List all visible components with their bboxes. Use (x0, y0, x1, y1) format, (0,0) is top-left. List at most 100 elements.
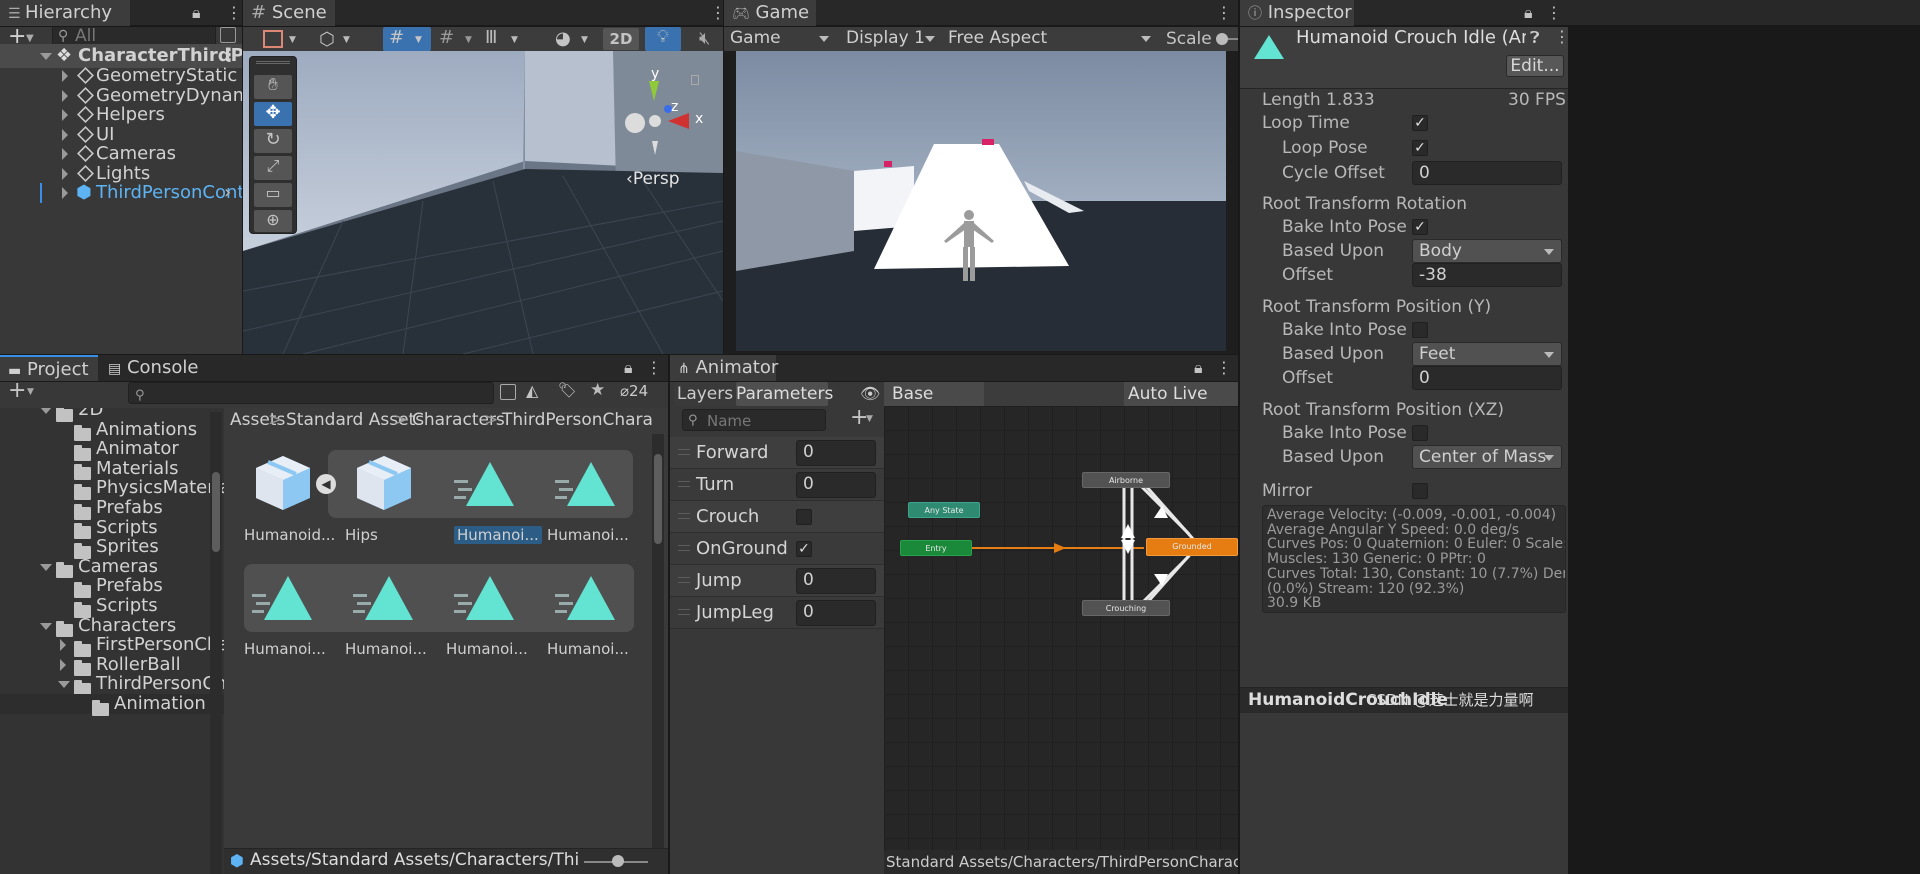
toggle-2d-button[interactable]: 2D (603, 28, 639, 50)
parameter-value-field[interactable]: 0 (796, 600, 876, 626)
parameter-row[interactable]: Crouch (670, 501, 884, 533)
state-node-entry[interactable]: Entry (900, 540, 972, 556)
move-tool-button[interactable]: ✥ (254, 102, 292, 126)
more-menu-icon[interactable]: ⋮ (1546, 0, 1562, 26)
game-mode-dropdown[interactable]: Game (724, 27, 836, 51)
tree-scrollbar-thumb[interactable] (212, 472, 220, 552)
project-folder[interactable]: Animations (0, 419, 224, 442)
chevron-right-icon[interactable] (60, 658, 66, 671)
chevron-right-icon[interactable] (62, 89, 68, 102)
edit-button[interactable]: Edit... (1506, 55, 1564, 77)
project-folder[interactable]: Sprites (0, 537, 224, 559)
tab-parameters[interactable]: Parameters (736, 382, 833, 406)
hand-tool-button[interactable]: ✋︎ (254, 75, 292, 99)
asset-item[interactable]: Humanoi... (331, 564, 431, 664)
drag-handle[interactable] (678, 449, 690, 455)
favorite-star-icon[interactable]: ★ (590, 382, 605, 400)
aspect-dropdown[interactable]: Free Aspect (942, 27, 1158, 51)
tab-scene[interactable]: # Scene (243, 0, 335, 26)
more-menu-icon[interactable]: ⋮ (1216, 0, 1232, 26)
project-folder[interactable]: PhysicsMaterial (0, 478, 224, 500)
help-icon[interactable]: ❓︎ (1530, 28, 1540, 48)
project-folder[interactable]: FirstPersonChar (0, 635, 224, 657)
chevron-down-icon[interactable]: ▼ (26, 33, 34, 44)
chevron-right-icon[interactable] (60, 639, 66, 652)
parameter-value-field[interactable]: 0 (796, 568, 876, 594)
tab-project[interactable]: ▬ Project (0, 355, 98, 381)
chevron-down-icon[interactable] (40, 408, 52, 414)
posy-offset-field[interactable]: 0 (1412, 366, 1562, 390)
project-folder[interactable]: Animation (0, 694, 224, 716)
breadcrumb-item[interactable]: ThirdPersonChara (502, 410, 653, 430)
state-node-crouching[interactable]: Crouching (1082, 600, 1170, 616)
filter-label-icon[interactable]: 🏷︎ (558, 382, 577, 399)
chevron-right-icon[interactable] (62, 187, 68, 199)
render-mode-icon[interactable]: ⬡ (319, 29, 335, 50)
tab-game[interactable]: 🎮︎ Game (724, 0, 816, 26)
chevron-right-icon[interactable] (62, 168, 68, 180)
chevron-right-icon[interactable] (62, 109, 68, 122)
chevron-down-icon[interactable] (40, 563, 52, 571)
display-dropdown[interactable]: Display 1 (840, 27, 942, 51)
chevron-right-icon[interactable] (62, 148, 68, 161)
state-node-any-state[interactable]: Any State (908, 502, 980, 518)
parameter-row[interactable]: Forward 0 (670, 437, 884, 469)
asset-item[interactable]: Humanoi... (432, 564, 532, 664)
tree-scrollbar[interactable] (210, 412, 222, 874)
scale-tool-button[interactable]: ⤢ (254, 156, 292, 180)
parameter-row[interactable]: OnGround ✓ (670, 533, 884, 565)
eye-icon[interactable]: 👁︎ (860, 382, 880, 406)
project-folder[interactable]: Cameras (0, 556, 224, 579)
scene-viewport[interactable]: y z x ‹Persp ✋︎ ✥ ↻ ⤢ ▭ ⊕ (243, 51, 723, 354)
project-folder[interactable]: ThirdPersonCha (0, 674, 224, 696)
asset-scrollbar-thumb[interactable] (654, 454, 662, 544)
rotate-tool-button[interactable]: ↻ (254, 129, 292, 153)
rect-tool-button[interactable]: ▭ (254, 183, 292, 207)
drag-handle[interactable] (678, 481, 690, 487)
hidden-packages-icon[interactable]: ⌀24 (620, 382, 648, 400)
collapse-prefab-icon[interactable]: ◀ (316, 474, 336, 494)
base-layer-crumb[interactable]: Base Layer (884, 382, 984, 428)
search-options-icon[interactable] (500, 384, 516, 400)
more-menu-icon[interactable]: ⋮ (226, 0, 242, 26)
drag-handle[interactable] (678, 577, 690, 583)
animator-graph[interactable]: Airborne Any State Entry Grounded Crouch… (884, 406, 1238, 850)
asset-item[interactable]: Humanoi... (432, 450, 542, 550)
shading-sphere-icon[interactable]: ◕ (555, 28, 571, 49)
mirror-checkbox[interactable] (1412, 483, 1428, 499)
auto-live-link-button[interactable]: Auto Live Link (1124, 382, 1238, 428)
parameter-value-field[interactable]: 0 (796, 440, 876, 466)
asset-item[interactable]: Humanoid... (230, 450, 335, 550)
transform-tool-button[interactable]: ⊕ (254, 210, 292, 232)
increment-snap-icon[interactable]: Ⅲ (485, 27, 497, 48)
tab-hierarchy[interactable]: ☰ Hierarchy (0, 0, 130, 26)
drag-handle[interactable] (678, 609, 690, 615)
project-folder[interactable]: RollerBall (0, 654, 224, 677)
loop-time-checkbox[interactable]: ✓ (1412, 115, 1428, 131)
project-search-input[interactable]: ⚲ (128, 382, 494, 404)
rot-offset-field[interactable]: -38 (1412, 263, 1562, 287)
lock-icon[interactable] (691, 75, 699, 85)
project-folder[interactable]: Characters (0, 615, 224, 638)
asset-item[interactable]: Humanoi... (533, 564, 633, 664)
lock-icon[interactable]: 🔒︎ (1194, 355, 1203, 381)
parameter-row[interactable]: Jump 0 (670, 565, 884, 597)
drag-handle[interactable] (678, 513, 690, 519)
drag-handle[interactable] (678, 545, 690, 551)
parameter-value-field[interactable]: 0 (796, 472, 876, 498)
state-node-grounded[interactable]: Grounded (1146, 538, 1238, 556)
asset-item[interactable]: Humanoi... (533, 450, 633, 550)
posy-bake-checkbox[interactable] (1412, 322, 1428, 338)
posy-based-upon-dropdown[interactable]: Feet (1412, 342, 1562, 366)
panel-divider[interactable] (1238, 0, 1240, 874)
parameter-row[interactable]: Turn 0 (670, 469, 884, 501)
posxz-based-upon-dropdown[interactable]: Center of Mass (1412, 445, 1562, 469)
parameter-row[interactable]: JumpLeg 0 (670, 597, 884, 629)
chevron-down-icon[interactable] (58, 681, 70, 689)
tab-console[interactable]: ▤ Console (100, 355, 212, 381)
hierarchy-item-selected[interactable]: ⬢ ThirdPersonContr › (0, 181, 242, 205)
audio-mute-icon[interactable]: 🔇︎ (699, 28, 710, 49)
drag-handle[interactable] (256, 61, 290, 64)
lock-icon[interactable]: 🔒︎ (624, 355, 633, 381)
project-folder[interactable]: Materials (0, 458, 224, 481)
